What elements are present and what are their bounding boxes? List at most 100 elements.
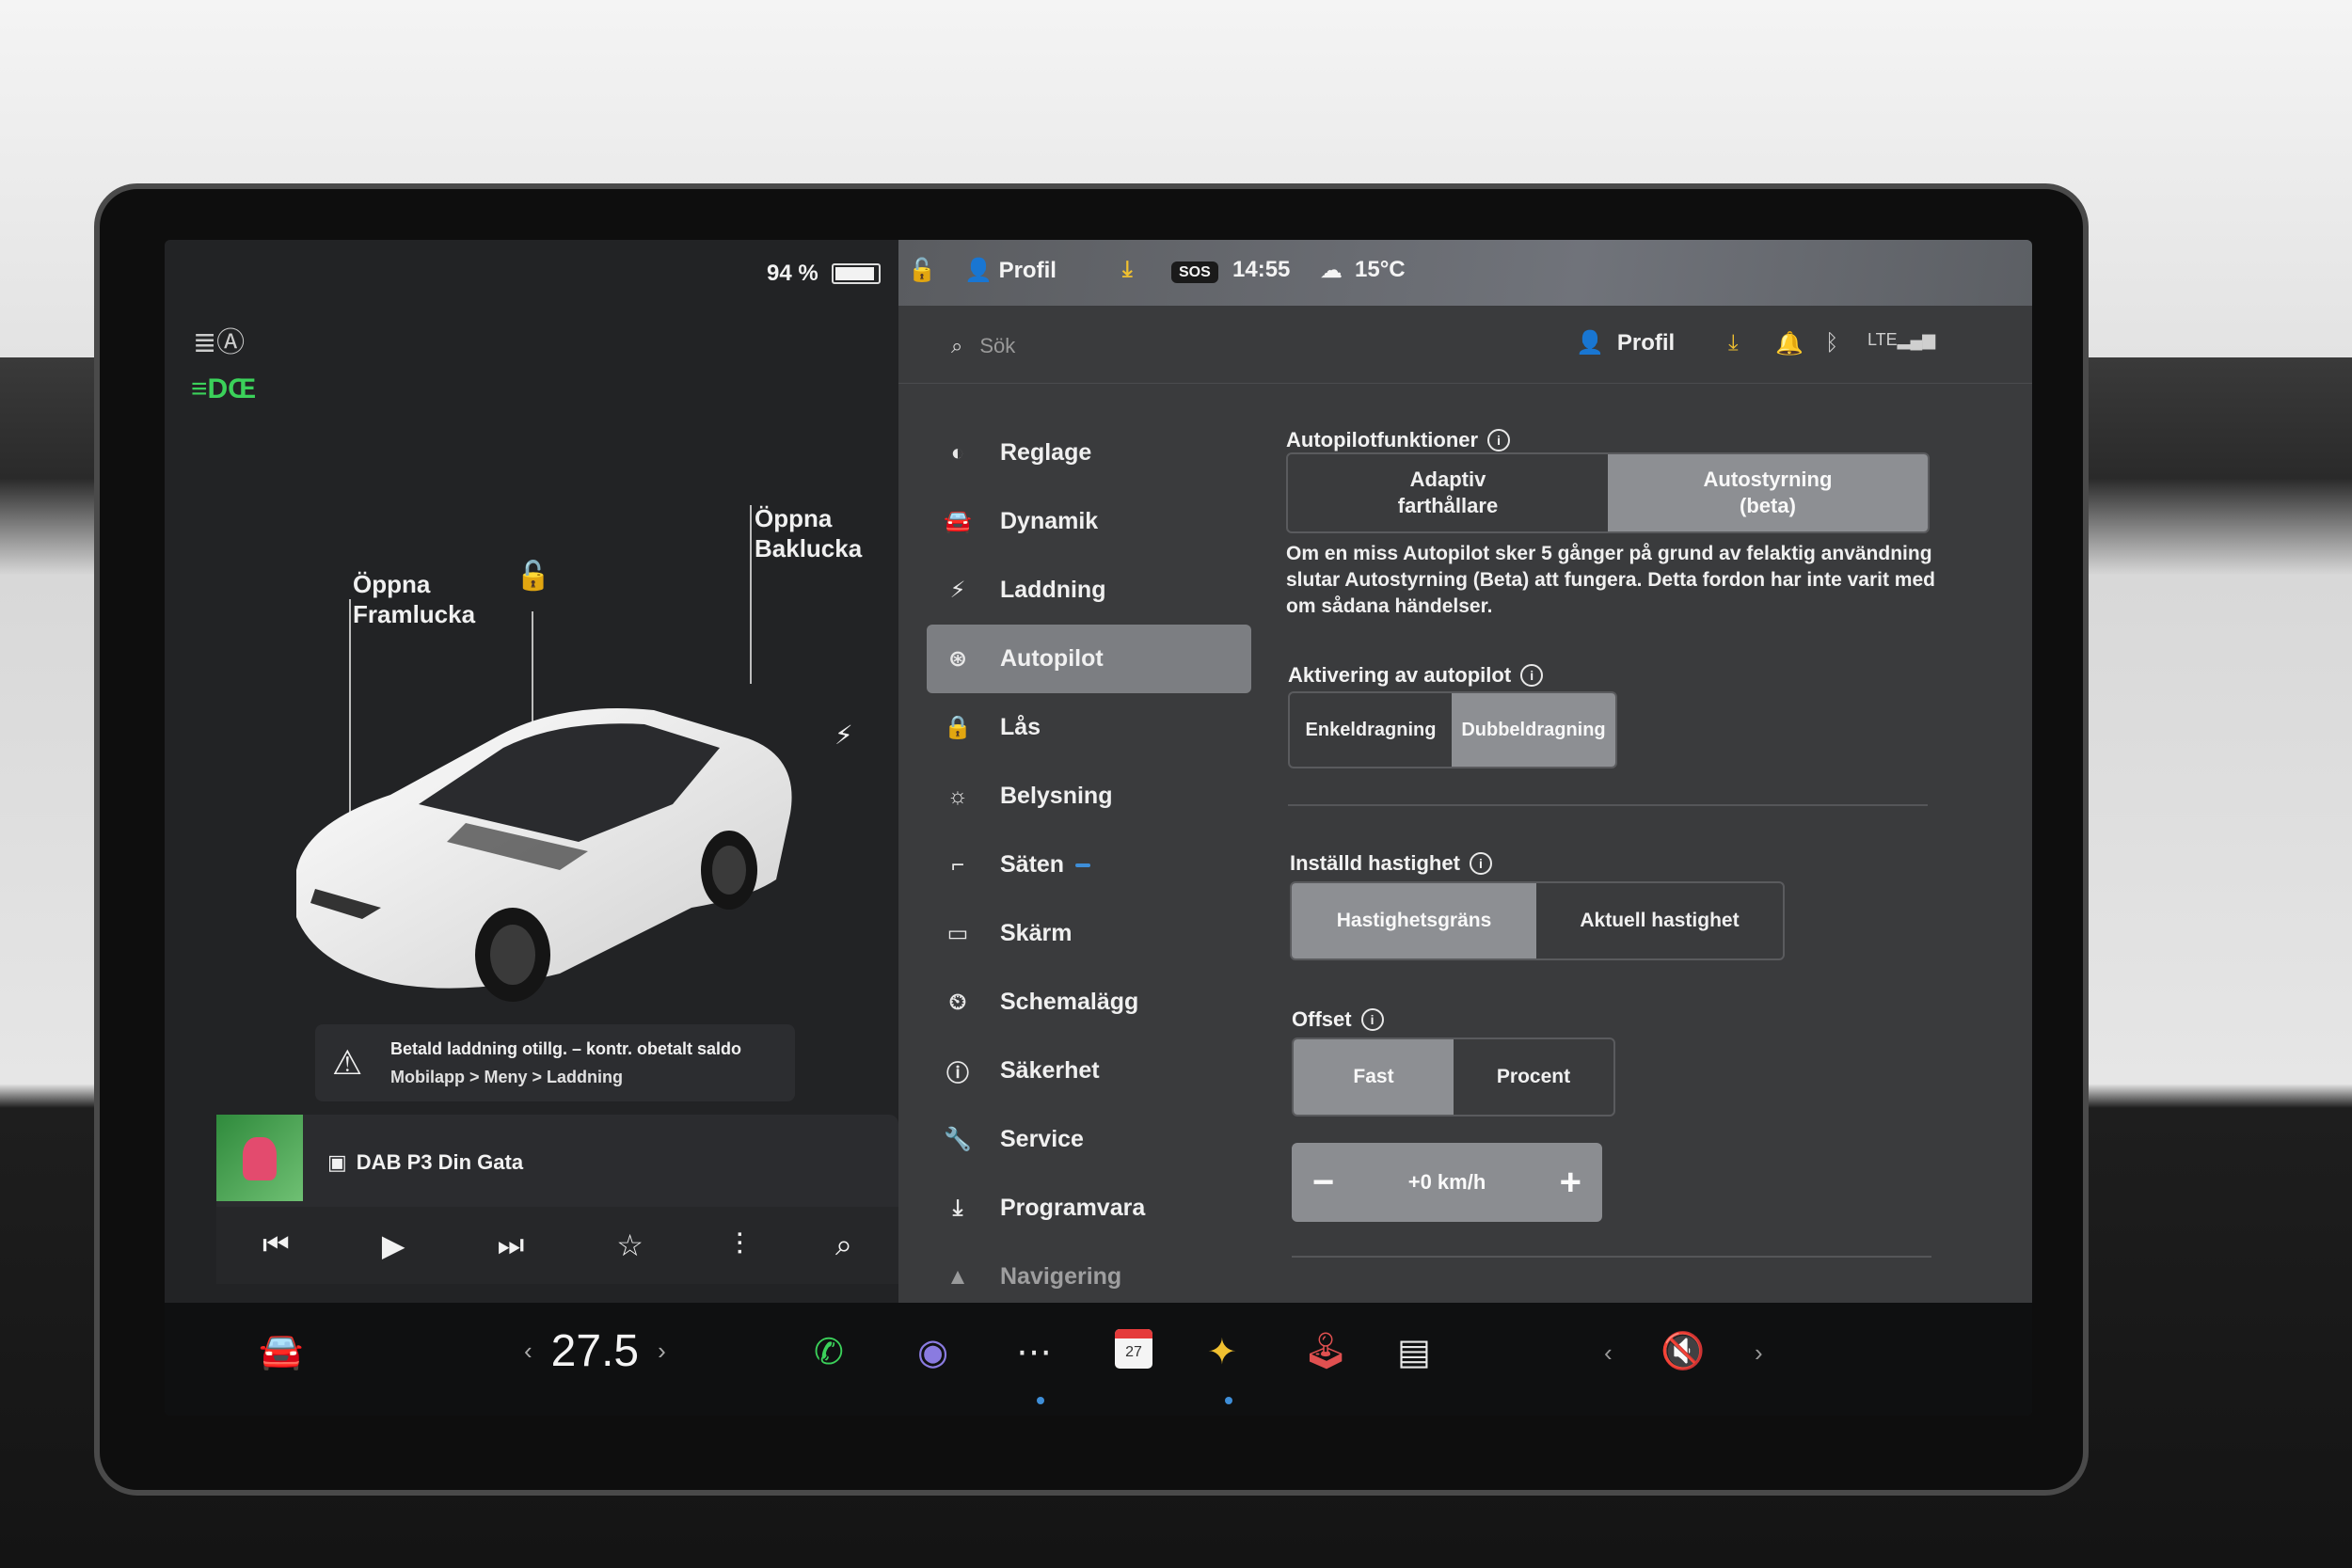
bluetooth-icon[interactable]: ᛒ (1825, 330, 1838, 356)
open-frunk-label[interactable]: Öppna Framlucka (353, 569, 475, 629)
notification-bell-icon[interactable]: 🔔 (1775, 330, 1804, 357)
open-trunk-label[interactable]: Öppna Baklucka (755, 503, 862, 563)
trunk-callout-line (750, 505, 752, 684)
outside-temperature: 15°C (1355, 257, 1406, 282)
headlights-on-icon[interactable]: ≡DŒ (191, 373, 256, 405)
more-apps-icon[interactable]: ⋯ (1016, 1331, 1052, 1373)
menu-item-label: Säkerhet (1000, 1057, 1100, 1084)
battery-percent: 94 % (767, 261, 818, 286)
lock-status-icon[interactable]: 🔓 (908, 257, 936, 284)
unlock-icon[interactable]: 🔓 (516, 560, 550, 593)
volume-muted-icon[interactable]: 🔇 (1661, 1331, 1705, 1372)
header-profile-button[interactable]: 👤 Profil (1576, 329, 1675, 356)
menu-item-label: Laddning (1000, 577, 1106, 603)
activation-title: Aktivering av autopilot i (1288, 663, 1544, 688)
charge-port-icon[interactable]: ⚡ (834, 720, 853, 751)
menu-item-label: Skärm (1000, 920, 1073, 946)
dashcam-icon[interactable]: ▤ (1397, 1331, 1431, 1373)
album-art[interactable] (216, 1115, 303, 1201)
calendar-icon[interactable]: 27 (1115, 1329, 1152, 1369)
header-profile-label: Profil (1616, 329, 1676, 356)
climate-temperature: ‹ 27.5 › (524, 1325, 666, 1377)
menu-item-label: Säten (1000, 851, 1065, 878)
menu-item-säkerhet[interactable]: ⓘ Säkerhet (927, 1037, 1251, 1105)
arcade-joystick-icon[interactable]: 🕹 (1303, 1331, 1348, 1372)
option-double-pull[interactable]: Dubbeldragning (1452, 693, 1615, 767)
option-adaptive-cruise[interactable]: Adaptiv farthållare (1288, 454, 1608, 531)
phone-icon[interactable]: ✆ (814, 1331, 844, 1373)
option-autosteer[interactable]: Autostyrning (beta) (1608, 454, 1928, 531)
active-indicator (1225, 1397, 1232, 1404)
auto-high-beam-icon[interactable]: ≣Ⓐ (193, 319, 245, 360)
set-speed-selector: Hastighetsgräns Aktuell hastighet (1290, 881, 1785, 960)
map-status-bar: 🔓 👤 Profil ⤓ SOS 14:55 ☁ 15°C (898, 240, 2032, 306)
menu-item-service[interactable]: 🔧 Service (927, 1105, 1251, 1174)
shield-icon: ⓘ (946, 1061, 969, 1086)
menu-item-label: Lås (1000, 714, 1041, 740)
media-search-icon[interactable]: ⌕ (835, 1227, 852, 1263)
option-percent[interactable]: Procent (1454, 1039, 1613, 1115)
car-icon[interactable]: 🚘 (259, 1331, 303, 1372)
option-fixed[interactable]: Fast (1294, 1039, 1454, 1115)
bottom-dock: 🚘 ‹ 27.5 › ✆ ◉ ⋯ 27 ✦ 🕹 ▤ ‹ 🔇 › (165, 1303, 2032, 1416)
offset-value: +0 km/h (1407, 1170, 1486, 1194)
warning-title: Betald laddning otillg. – kontr. obetalt… (390, 1039, 742, 1058)
charging-warning[interactable]: ⚠ Betald laddning otillg. – kontr. obeta… (315, 1024, 795, 1101)
decrease-button[interactable]: − (1312, 1162, 1334, 1204)
favorite-star-icon[interactable]: ☆ (616, 1227, 644, 1263)
volume-right-chevron-icon[interactable]: › (1755, 1338, 1763, 1368)
option-speed-limit[interactable]: Hastighetsgräns (1292, 883, 1536, 958)
option-current-speed[interactable]: Aktuell hastighet (1536, 883, 1783, 958)
camera-icon[interactable]: ◉ (917, 1331, 948, 1373)
menu-item-reglage[interactable]: ◐ Reglage (927, 419, 1251, 487)
battery-icon (831, 263, 881, 284)
seat-icon: ⌐ (950, 851, 964, 878)
settings-search[interactable]: ⌕ Sök (951, 334, 1015, 358)
menu-item-lås[interactable]: 🔒 Lås (927, 693, 1251, 762)
section-divider (1292, 1256, 1931, 1258)
toybox-icon[interactable]: ✦ (1207, 1331, 1237, 1373)
play-icon[interactable]: ▶ (382, 1227, 405, 1263)
menu-item-laddning[interactable]: ⚡ Laddning (927, 556, 1251, 625)
sun-icon: ☼ (947, 783, 968, 809)
temp-increase-chevron-icon[interactable]: › (658, 1337, 666, 1366)
clock-icon: ⏲ (948, 989, 967, 1015)
volume-left-chevron-icon[interactable]: ‹ (1604, 1338, 1613, 1368)
software-update-icon[interactable]: ⤓ (1728, 330, 1739, 356)
media-player: ▣ DAB P3 Din Gata ⏮ ▶ ⏭ ☆ ⫶ ⌕ (216, 1115, 898, 1284)
menu-item-schemalägg[interactable]: ⏲ Schemalägg (927, 968, 1251, 1037)
menu-item-skärm[interactable]: ▭ Skärm (927, 899, 1251, 968)
menu-item-navigering[interactable]: ▲ Navigering (927, 1243, 1251, 1311)
increase-button[interactable]: + (1560, 1162, 1581, 1204)
menu-item-label: Service (1000, 1126, 1084, 1152)
download-icon[interactable]: ⤓ (1122, 257, 1133, 283)
menu-item-autopilot[interactable]: ⊛ Autopilot (927, 625, 1251, 693)
wrench-icon: 🔧 (944, 1127, 972, 1152)
settings-menu: ◐ Reglage 🚘 Dynamik ⚡ Laddning ⊛ Autopilot 🔒 Lås ☼… (927, 419, 1251, 1311)
menu-item-programvara[interactable]: ⤓ Programvara (927, 1174, 1251, 1243)
temp-decrease-chevron-icon[interactable]: ‹ (524, 1337, 532, 1366)
info-icon[interactable]: i (1360, 1008, 1384, 1031)
menu-item-belysning[interactable]: ☼ Belysning (927, 762, 1251, 831)
equalizer-icon[interactable]: ⫶ (736, 1227, 743, 1263)
steering-wheel-icon: ⊛ (947, 646, 968, 672)
previous-track-icon[interactable]: ⏮ (262, 1227, 290, 1263)
car-icon: 🚘 (944, 509, 972, 534)
battery-status: 94 % (767, 261, 881, 287)
statusbar-profile[interactable]: 👤 Profil (964, 257, 1057, 284)
option-single-pull[interactable]: Enkeldragning (1290, 693, 1452, 767)
toggle-icon: ◐ (950, 439, 965, 466)
next-track-icon[interactable]: ⏭ (497, 1227, 524, 1263)
navigation-icon: ▲ (946, 1263, 969, 1290)
menu-item-label: Programvara (1000, 1195, 1146, 1221)
menu-item-säten[interactable]: ⌐ Säten (927, 831, 1251, 899)
cabin-temperature[interactable]: 27.5 (551, 1325, 639, 1377)
info-icon[interactable]: i (1469, 852, 1492, 875)
info-icon[interactable]: i (1487, 429, 1511, 451)
display-icon: ▭ (946, 921, 969, 946)
menu-item-dynamik[interactable]: 🚘 Dynamik (927, 487, 1251, 556)
profile-icon: 👤 (1576, 330, 1604, 356)
info-icon[interactable]: i (1520, 664, 1544, 687)
search-input[interactable]: Sök (979, 334, 1015, 358)
sos-button[interactable]: SOS (1171, 257, 1218, 283)
